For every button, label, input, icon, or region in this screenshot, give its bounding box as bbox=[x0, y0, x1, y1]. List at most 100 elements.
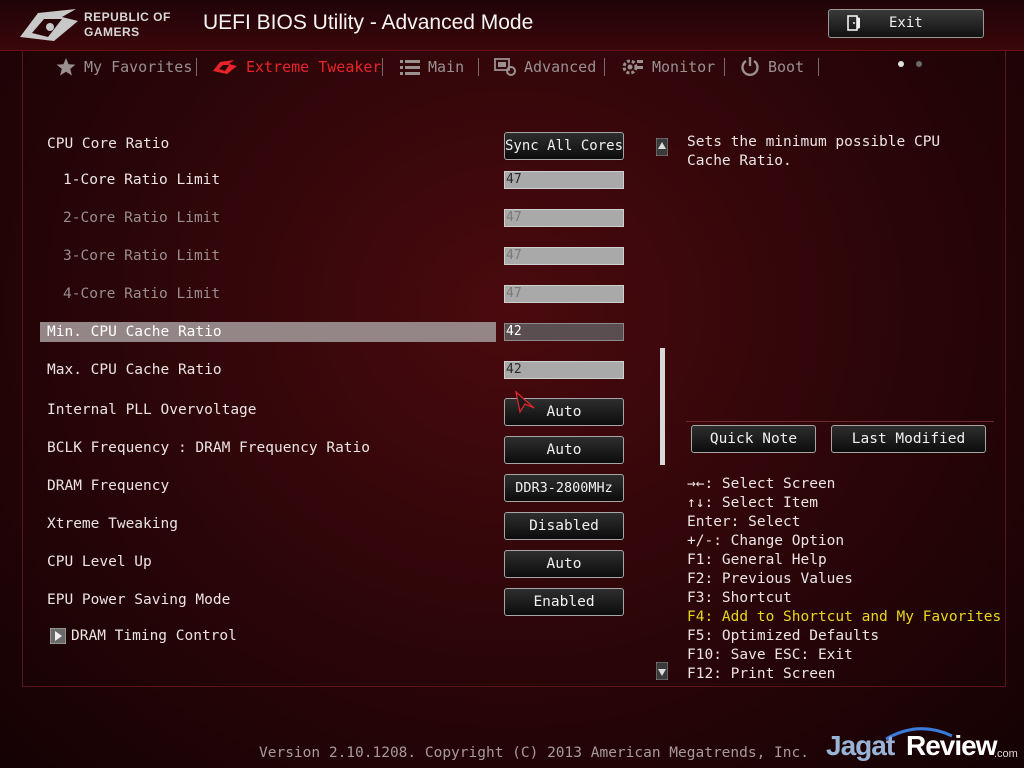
tab-my-favorites[interactable]: My Favorites bbox=[56, 56, 192, 78]
key-general-help: F1: General Help bbox=[687, 552, 827, 568]
key-save-exit: F10: Save ESC: Exit bbox=[687, 647, 853, 663]
tab-label: My Favorites bbox=[84, 58, 193, 76]
key-print-screen: F12: Print Screen bbox=[687, 666, 836, 682]
key-optimized-defaults: F5: Optimized Defaults bbox=[687, 628, 880, 644]
3-core-ratio-input: 47 bbox=[504, 247, 624, 265]
tab-bar: My Favorites Extreme Tweaker Main Advanc… bbox=[52, 56, 819, 80]
setting-xtreme-tweaking[interactable]: Xtreme Tweaking bbox=[40, 514, 496, 534]
setting-label: 3-Core Ratio Limit bbox=[63, 248, 221, 264]
cpu-core-ratio-select[interactable]: Sync All Cores bbox=[504, 132, 624, 160]
setting-internal-pll-overvoltage[interactable]: Internal PLL Overvoltage bbox=[40, 400, 496, 420]
2-core-ratio-input: 47 bbox=[504, 209, 624, 227]
dram-frequency-select[interactable]: DDR3-2800MHz bbox=[504, 474, 624, 502]
setting-1-core-ratio-limit[interactable]: 1-Core Ratio Limit bbox=[40, 170, 496, 190]
key-legend: →←: Select Screen ↑↓: Select Item Enter:… bbox=[687, 475, 1001, 684]
key-select-item: ↑↓: Select Item bbox=[687, 495, 818, 511]
rog-logo: REPUBLIC OF GAMERS bbox=[18, 7, 196, 45]
setting-bclk-dram-ratio[interactable]: BCLK Frequency : DRAM Frequency Ratio bbox=[40, 438, 496, 458]
tab-label: Advanced bbox=[524, 58, 597, 76]
rog-eye-icon bbox=[213, 60, 237, 74]
advanced-icon bbox=[494, 58, 516, 76]
watermark-logo: Jagat Review .com bbox=[826, 726, 1018, 766]
setting-label: Xtreme Tweaking bbox=[47, 516, 178, 532]
monitor-gear-icon bbox=[622, 59, 643, 75]
scroll-up-arrow-icon[interactable] bbox=[656, 138, 668, 156]
tab-label: Boot bbox=[768, 58, 805, 76]
tab-separator bbox=[382, 58, 383, 76]
xtreme-tweaking-select[interactable]: Disabled bbox=[504, 512, 624, 540]
setting-label: Max. CPU Cache Ratio bbox=[47, 362, 222, 378]
key-previous-values: F2: Previous Values bbox=[687, 571, 853, 587]
key-add-shortcut-favorites: F4: Add to Shortcut and My Favorites bbox=[687, 609, 1002, 625]
setting-label: EPU Power Saving Mode bbox=[47, 592, 231, 608]
setting-3-core-ratio-limit: 3-Core Ratio Limit bbox=[40, 246, 496, 266]
cpu-level-up-select[interactable]: Auto bbox=[504, 550, 624, 578]
epu-power-saving-mode-select[interactable]: Enabled bbox=[504, 588, 624, 616]
tab-label: Main bbox=[428, 58, 465, 76]
power-icon bbox=[741, 57, 759, 76]
setting-min-cpu-cache-ratio[interactable]: Min. CPU Cache Ratio bbox=[40, 322, 496, 342]
setting-cpu-level-up[interactable]: CPU Level Up bbox=[40, 552, 496, 572]
watermark-jagat: Jagat bbox=[826, 730, 895, 761]
setting-label: BCLK Frequency : DRAM Frequency Ratio bbox=[47, 440, 371, 456]
setting-label: Min. CPU Cache Ratio bbox=[47, 324, 222, 340]
key-change-option: +/-: Change Option bbox=[687, 533, 845, 549]
max-cpu-cache-ratio-input[interactable]: 42 bbox=[504, 361, 624, 379]
last-modified-button[interactable]: Last Modified bbox=[831, 425, 986, 453]
brand-text: REPUBLIC OF GAMERS bbox=[84, 10, 171, 40]
tab-label: Monitor bbox=[652, 58, 716, 76]
brand-line2: GAMERS bbox=[84, 25, 140, 39]
1-core-ratio-input[interactable]: 47 bbox=[504, 171, 624, 189]
rog-eye-logo-icon bbox=[20, 9, 78, 41]
min-cpu-cache-ratio-input[interactable]: 42 bbox=[504, 323, 624, 341]
setting-cpu-core-ratio[interactable]: CPU Core Ratio bbox=[40, 134, 496, 154]
setting-label: CPU Core Ratio bbox=[47, 136, 170, 152]
app-title: UEFI BIOS Utility - Advanced Mode bbox=[203, 11, 534, 34]
setting-dram-frequency[interactable]: DRAM Frequency bbox=[40, 476, 496, 496]
setting-label: 1-Core Ratio Limit bbox=[63, 172, 221, 188]
exit-button[interactable]: Exit bbox=[828, 9, 984, 38]
tab-boot[interactable]: Boot bbox=[740, 56, 804, 78]
tab-main[interactable]: Main bbox=[400, 56, 464, 78]
page-dot[interactable] bbox=[916, 61, 922, 67]
tab-monitor[interactable]: Monitor bbox=[622, 56, 715, 78]
watermark-review: Review bbox=[906, 730, 997, 761]
key-enter-select: Enter: Select bbox=[687, 514, 801, 530]
tab-separator bbox=[724, 58, 725, 76]
tab-extreme-tweaker[interactable]: Extreme Tweaker bbox=[212, 56, 381, 78]
top-bar: REPUBLIC OF GAMERS UEFI BIOS Utility - A… bbox=[0, 0, 1024, 51]
key-shortcut: F3: Shortcut bbox=[687, 590, 792, 606]
help-description: Sets the minimum possible CPU Cache Rati… bbox=[687, 134, 941, 169]
tab-separator bbox=[818, 58, 819, 76]
setting-max-cpu-cache-ratio[interactable]: Max. CPU Cache Ratio bbox=[40, 360, 496, 380]
setting-label: Internal PLL Overvoltage bbox=[47, 402, 257, 418]
bclk-dram-ratio-select[interactable]: Auto bbox=[504, 436, 624, 464]
key-select-screen: →←: Select Screen bbox=[687, 476, 836, 492]
scrollbar-thumb[interactable] bbox=[660, 348, 665, 465]
setting-epu-power-saving-mode[interactable]: EPU Power Saving Mode bbox=[40, 590, 496, 610]
watermark-suffix: .com bbox=[994, 748, 1018, 760]
quick-note-button[interactable]: Quick Note bbox=[691, 425, 816, 453]
tab-label: Extreme Tweaker bbox=[246, 58, 382, 76]
tab-separator bbox=[604, 58, 605, 76]
mouse-cursor-icon bbox=[515, 390, 535, 414]
tab-separator bbox=[478, 58, 479, 76]
tab-separator bbox=[196, 58, 197, 76]
version-footer: Version 2.10.1208. Copyright (C) 2013 Am… bbox=[259, 745, 809, 761]
scroll-down-arrow-icon[interactable] bbox=[656, 662, 668, 680]
setting-label: 2-Core Ratio Limit bbox=[63, 210, 221, 226]
setting-2-core-ratio-limit: 2-Core Ratio Limit bbox=[40, 208, 496, 228]
setting-label: DRAM Timing Control bbox=[71, 628, 237, 644]
star-icon bbox=[56, 58, 76, 76]
list-icon bbox=[400, 60, 420, 75]
page-dot-active[interactable] bbox=[898, 61, 904, 67]
exit-door-icon bbox=[847, 15, 860, 31]
setting-dram-timing-control[interactable]: DRAM Timing Control bbox=[64, 626, 464, 646]
exit-label: Exit bbox=[889, 15, 923, 31]
setting-label: DRAM Frequency bbox=[47, 478, 170, 494]
4-core-ratio-input: 47 bbox=[504, 285, 624, 303]
setting-label: CPU Level Up bbox=[47, 554, 152, 570]
tab-advanced[interactable]: Advanced bbox=[494, 56, 596, 78]
brand-line1: REPUBLIC OF bbox=[84, 10, 171, 24]
help-divider bbox=[686, 421, 994, 422]
